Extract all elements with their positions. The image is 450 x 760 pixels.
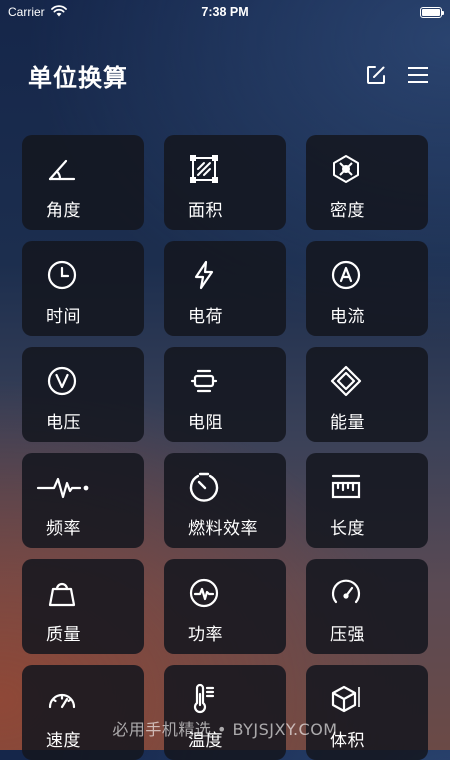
area-icon bbox=[188, 153, 220, 185]
resistor-icon bbox=[188, 365, 220, 397]
tile-density[interactable]: 密度 bbox=[306, 135, 428, 230]
tile-power[interactable]: 功率 bbox=[164, 559, 286, 654]
tile-label: 质量 bbox=[46, 625, 81, 645]
tile-frequency[interactable]: 频率 bbox=[22, 453, 144, 548]
tile-label: 燃料效率 bbox=[188, 519, 258, 539]
thermometer-icon bbox=[188, 683, 220, 715]
menu-icon bbox=[408, 67, 428, 83]
page-title: 单位换算 bbox=[28, 63, 128, 92]
tile-voltage[interactable]: 电压 bbox=[22, 347, 144, 442]
speedometer-icon bbox=[46, 683, 78, 715]
angle-icon bbox=[46, 153, 78, 185]
pulse-icon bbox=[36, 471, 92, 503]
status-time: 7:38 PM bbox=[201, 5, 249, 19]
tile-temperature[interactable]: 温度 bbox=[164, 665, 286, 760]
header-actions bbox=[364, 63, 430, 87]
voltage-icon bbox=[46, 365, 78, 397]
tile-label: 体积 bbox=[330, 731, 365, 751]
tile-speed[interactable]: 速度 bbox=[22, 665, 144, 760]
tile-label: 功率 bbox=[188, 625, 223, 645]
tile-label: 温度 bbox=[188, 731, 223, 751]
tile-volume[interactable]: 体积 bbox=[306, 665, 428, 760]
ampere-icon bbox=[330, 259, 362, 291]
lightning-icon bbox=[188, 259, 220, 291]
tile-charge[interactable]: 电荷 bbox=[164, 241, 286, 336]
tile-label: 长度 bbox=[330, 519, 365, 539]
tile-label: 电压 bbox=[46, 413, 81, 433]
tile-label: 角度 bbox=[46, 201, 81, 221]
tile-label: 压强 bbox=[330, 625, 365, 645]
clock-icon bbox=[46, 259, 78, 291]
carrier-label: Carrier bbox=[8, 5, 45, 19]
tile-energy[interactable]: 能量 bbox=[306, 347, 428, 442]
battery-icon bbox=[420, 6, 444, 18]
edit-icon bbox=[367, 66, 385, 84]
battery-fill bbox=[422, 8, 440, 16]
tile-resistance[interactable]: 电阻 bbox=[164, 347, 286, 442]
tile-label: 密度 bbox=[330, 201, 365, 221]
header: 单位换算 bbox=[28, 52, 430, 98]
energy-icon bbox=[330, 365, 362, 397]
tile-current[interactable]: 电流 bbox=[306, 241, 428, 336]
status-bar: Carrier 7:38 PM bbox=[0, 0, 450, 24]
density-icon bbox=[330, 153, 362, 185]
tile-label: 频率 bbox=[46, 519, 81, 539]
status-left: Carrier bbox=[8, 4, 67, 20]
tile-length[interactable]: 长度 bbox=[306, 453, 428, 548]
tile-label: 电阻 bbox=[188, 413, 223, 433]
weight-icon bbox=[46, 577, 78, 609]
tile-mass[interactable]: 质量 bbox=[22, 559, 144, 654]
tile-label: 速度 bbox=[46, 731, 81, 751]
tile-fuel-efficiency[interactable]: 燃料效率 bbox=[164, 453, 286, 548]
gauge-icon bbox=[330, 577, 362, 609]
tile-label: 时间 bbox=[46, 307, 81, 327]
cube-icon bbox=[330, 683, 362, 715]
ruler-icon bbox=[330, 471, 362, 503]
edit-button[interactable] bbox=[364, 63, 388, 87]
menu-button[interactable] bbox=[406, 63, 430, 87]
tile-label: 能量 bbox=[330, 413, 365, 433]
tile-label: 电流 bbox=[330, 307, 365, 327]
tile-label: 面积 bbox=[188, 201, 223, 221]
tile-angle[interactable]: 角度 bbox=[22, 135, 144, 230]
tile-time[interactable]: 时间 bbox=[22, 241, 144, 336]
tile-area[interactable]: 面积 bbox=[164, 135, 286, 230]
tile-pressure[interactable]: 压强 bbox=[306, 559, 428, 654]
power-icon bbox=[188, 577, 220, 609]
wifi-icon bbox=[50, 4, 67, 20]
tile-label: 电荷 bbox=[188, 307, 223, 327]
fuel-efficiency-icon bbox=[188, 471, 220, 503]
converter-grid: 角度 面积 密度 时间 电荷 电流 电压 电阻 能量 频率 燃料效率 长度 质量… bbox=[22, 135, 428, 760]
